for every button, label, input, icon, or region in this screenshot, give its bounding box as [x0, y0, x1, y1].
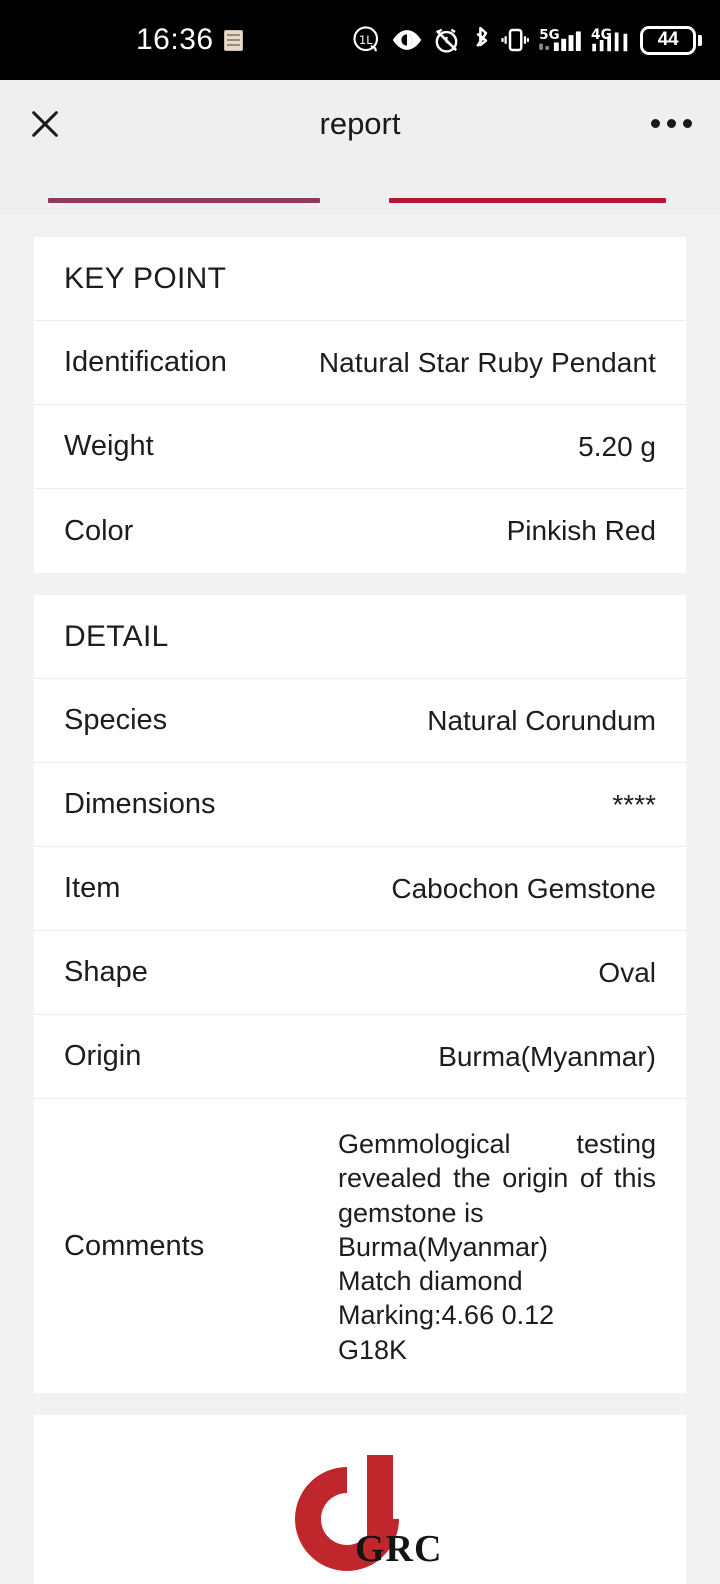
eye-comfort-icon	[392, 30, 422, 50]
report-scroll-area[interactable]: KEY POINT Identification Natural Star Ru…	[0, 167, 720, 1584]
row-value: Oval	[598, 956, 656, 988]
row-value: Cabochon Gemstone	[391, 872, 656, 904]
battery-icon: 44	[640, 25, 702, 55]
comments-row: Comments Gemmological testing revealed t…	[34, 1099, 686, 1393]
comments-line: Match diamond	[338, 1266, 523, 1297]
table-row: Item Cabochon Gemstone	[34, 847, 686, 931]
grc-logo: GRC	[265, 1445, 455, 1584]
table-row: Origin Burma(Myanmar)	[34, 1015, 686, 1099]
row-label: Shape	[64, 956, 148, 988]
row-label: Dimensions	[64, 788, 216, 820]
bluetooth-icon	[476, 26, 488, 47]
status-bar: 16:36 1L 5G 4G 44	[0, 0, 720, 80]
svg-text:5G: 5G	[539, 28, 559, 43]
logo-bar-shape	[367, 1454, 393, 1535]
row-label: Color	[64, 514, 134, 547]
row-value: ****	[612, 788, 656, 820]
do-not-disturb-icon: 1L	[353, 26, 379, 52]
more-options-icon	[650, 119, 660, 128]
clipped-card-left-edge	[48, 198, 320, 203]
row-value: Natural Corundum	[427, 704, 656, 736]
detail-heading: DETAIL	[34, 595, 686, 679]
key-point-heading: KEY POINT	[34, 237, 686, 321]
row-label: Origin	[64, 1040, 142, 1072]
comments-line: Marking:4.66 0.12	[338, 1300, 555, 1331]
clipped-card-right-edge	[389, 198, 666, 203]
row-label: Weight	[64, 430, 154, 462]
svg-text:1L: 1L	[359, 34, 373, 47]
row-label: Item	[64, 872, 121, 904]
battery-cap	[698, 34, 702, 46]
app-bar: report	[0, 80, 720, 167]
table-row: Identification Natural Star Ruby Pendant	[34, 321, 686, 405]
alarm-off-icon	[435, 28, 458, 53]
table-row: Species Natural Corundum	[34, 679, 686, 763]
row-value: 5.20 g	[578, 430, 656, 462]
footer-card: GRC SINCE 2005 GEM RESEARCH CENTER Copyr…	[34, 1414, 686, 1584]
table-row: Weight 5.20 g	[34, 405, 686, 489]
clipped-cards-above	[0, 167, 720, 215]
logo-grc-text: GRC	[355, 1527, 443, 1570]
battery-level: 44	[640, 25, 696, 55]
row-value: Natural Star Ruby Pendant	[318, 346, 656, 378]
detail-card: DETAIL Species Natural Corundum Dimensio…	[34, 595, 686, 1393]
grc-logo-mark: GRC	[273, 1445, 441, 1584]
table-row: Dimensions ****	[34, 763, 686, 847]
section-gap	[0, 215, 720, 237]
row-value: Burma(Myanmar)	[438, 1040, 656, 1072]
section-gap	[0, 573, 720, 595]
comments-value: Gemmological testing revealed the origin…	[338, 1127, 656, 1367]
more-options-icon	[682, 119, 692, 128]
comments-line: G18K	[338, 1334, 408, 1365]
status-bar-clock: 16:36	[136, 23, 214, 56]
key-point-card: KEY POINT Identification Natural Star Ru…	[34, 237, 686, 573]
row-label: Identification	[64, 346, 227, 378]
page-title: report	[319, 105, 401, 141]
vibrate-icon	[501, 28, 529, 52]
comments-line: Gemmological testing	[338, 1129, 656, 1159]
note-icon	[223, 29, 243, 51]
more-options-button[interactable]	[644, 104, 698, 144]
status-bar-right: 1L 5G 4G 44	[352, 25, 702, 55]
table-row: Color Pinkish Red	[34, 489, 686, 573]
more-options-icon	[666, 119, 676, 128]
comments-line: revealed the origin of this	[338, 1163, 656, 1194]
signal-4g-icon: 4G	[591, 27, 628, 52]
comments-label: Comments	[64, 1230, 205, 1263]
table-row: Shape Oval	[34, 931, 686, 1015]
status-bar-left: 16:36	[136, 23, 243, 57]
signal-5g-icon: 5G	[539, 28, 581, 51]
comments-line: gemstone is Burma(Myanmar)	[338, 1197, 549, 1262]
row-value: Pinkish Red	[506, 515, 656, 546]
row-label: Species	[64, 704, 168, 736]
